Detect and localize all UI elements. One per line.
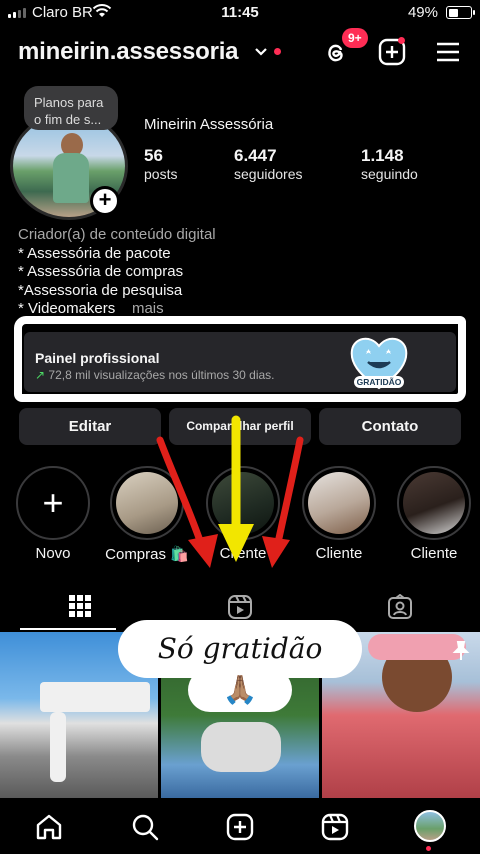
status-bar: Claro BR 11:45 49% <box>0 0 480 26</box>
profile-username[interactable]: mineirin.assessoria <box>18 38 239 66</box>
posts-count[interactable]: 56 <box>144 146 163 166</box>
grid-tab-icon[interactable] <box>68 594 92 618</box>
bio: Criador(a) de conteúdo digital * Assessó… <box>18 226 216 319</box>
posts-label[interactable]: posts <box>144 166 177 182</box>
search-icon[interactable] <box>130 812 160 842</box>
highlight-frame <box>14 316 466 402</box>
add-story-plus-icon[interactable]: + <box>90 186 120 216</box>
pray-emoji-overlay: 🙏🏽 <box>188 668 292 712</box>
red-arrow-icon <box>272 436 304 556</box>
arrows-overlay <box>156 415 304 568</box>
battery-percent: 49% <box>407 4 438 21</box>
battery-icon <box>446 6 475 19</box>
bio-more-link[interactable]: mais <box>132 300 164 317</box>
reels-icon[interactable] <box>320 812 350 842</box>
profile-tab-dot <box>426 846 431 851</box>
followers-label[interactable]: seguidores <box>234 166 303 182</box>
create-notification-dot <box>398 37 405 44</box>
tagged-tab-icon[interactable] <box>387 594 413 620</box>
bio-category: Criador(a) de conteúdo digital <box>18 226 216 243</box>
bio-line: * Assessória de compras <box>18 263 184 280</box>
reels-tab-icon[interactable] <box>227 594 253 620</box>
active-tab-indicator <box>20 628 116 630</box>
bio-line: * Assessória de pacote <box>18 244 171 262</box>
menu-icon[interactable] <box>434 38 462 66</box>
profile-note-bubble[interactable]: Planos para o fim de s... <box>24 86 118 130</box>
notification-badge: 9+ <box>342 28 368 48</box>
chevron-down-icon[interactable] <box>254 44 268 60</box>
pin-icon <box>452 641 470 660</box>
following-label[interactable]: seguindo <box>361 166 418 182</box>
followers-count[interactable]: 6.447 <box>234 146 277 166</box>
account-notification-dot <box>274 48 281 55</box>
bio-line: * Videomakers <box>18 300 116 317</box>
home-icon[interactable] <box>34 812 64 842</box>
create-icon[interactable] <box>225 812 255 842</box>
profile-tab-avatar[interactable] <box>414 810 446 842</box>
red-arrow-icon <box>156 436 209 559</box>
following-count[interactable]: 1.148 <box>361 146 404 166</box>
display-name: Mineirin Assessória <box>144 116 274 133</box>
bio-line: *Assessoria de pesquisa <box>18 281 183 299</box>
